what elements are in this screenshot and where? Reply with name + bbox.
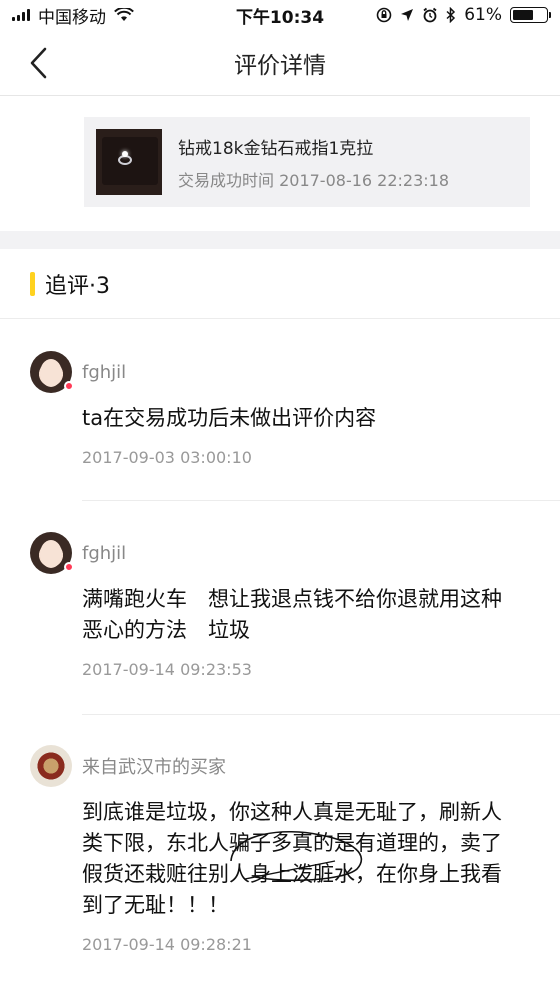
section-header: 追评·3 bbox=[0, 249, 560, 319]
comment-username: fghjil bbox=[82, 361, 127, 383]
comment-time: 2017-09-14 09:28:21 bbox=[82, 935, 252, 954]
chevron-left-icon bbox=[30, 47, 47, 79]
comment-time: 2017-09-03 03:00:10 bbox=[82, 448, 252, 467]
comment-username: 来自武汉市的买家 bbox=[82, 757, 226, 778]
avatar[interactable] bbox=[30, 532, 74, 574]
status-bar: 中国移动 下午10:34 61% bbox=[0, 0, 560, 30]
comment-time: 2017-09-14 09:23:53 bbox=[82, 660, 252, 679]
comment-text: 到底谁是垃圾，你这种人真是无耻了，刷新人类下限，东北人骗子多真的是有道理的，卖了… bbox=[82, 800, 502, 917]
back-button[interactable] bbox=[18, 40, 58, 86]
status-right: 61% bbox=[376, 5, 551, 25]
badge-dot-icon bbox=[64, 562, 74, 572]
page-title: 评价详情 bbox=[234, 52, 326, 79]
section-separator bbox=[0, 231, 560, 249]
avatar[interactable] bbox=[30, 745, 72, 787]
wifi-icon bbox=[114, 8, 134, 21]
avatar[interactable] bbox=[30, 351, 74, 393]
rotation-lock-icon bbox=[376, 7, 392, 23]
signal-icon bbox=[12, 9, 30, 21]
product-section: 钻戒18k金钻石戒指1克拉 交易成功时间 2017-08-16 22:23:18 bbox=[0, 97, 560, 231]
carrier-label: 中国移动 bbox=[38, 7, 106, 28]
battery-level bbox=[513, 10, 533, 20]
divider bbox=[82, 500, 560, 501]
section-accent-bar bbox=[30, 271, 35, 296]
location-icon bbox=[401, 9, 414, 21]
badge-dot-icon bbox=[64, 381, 74, 391]
comment-header: fghjil bbox=[30, 532, 560, 574]
comment-item: fghjil ta在交易成功后未做出评价内容 2017-09-03 03:00:… bbox=[30, 351, 560, 467]
comment-text: ta在交易成功后未做出评价内容 bbox=[82, 406, 377, 430]
nav-bar: 评价详情 bbox=[0, 30, 560, 96]
product-trade-time: 交易成功时间 2017-08-16 22:23:18 bbox=[178, 170, 450, 190]
divider bbox=[82, 714, 560, 715]
comment-header: fghjil bbox=[30, 351, 560, 393]
status-left: 中国移动 bbox=[12, 3, 134, 28]
comment-username: fghjil bbox=[82, 542, 127, 564]
bluetooth-icon bbox=[446, 7, 456, 23]
product-name: 钻戒18k金钻石戒指1克拉 bbox=[178, 138, 374, 159]
product-card[interactable]: 钻戒18k金钻石戒指1克拉 交易成功时间 2017-08-16 22:23:18 bbox=[84, 117, 530, 207]
battery-percent: 61% bbox=[464, 5, 502, 25]
product-info: 钻戒18k金钻石戒指1克拉 交易成功时间 2017-08-16 22:23:18 bbox=[178, 134, 449, 191]
comment-item: fghjil 满嘴跑火车 想让我退点钱不给你退就用这种恶心的方法 垃圾 2017… bbox=[30, 532, 560, 679]
comment-text: 满嘴跑火车 想让我退点钱不给你退就用这种恶心的方法 垃圾 bbox=[82, 587, 502, 642]
alarm-icon bbox=[423, 7, 437, 23]
battery-icon bbox=[510, 7, 551, 23]
comment-item: 来自武汉市的买家 到底谁是垃圾，你这种人真是无耻了，刷新人类下限，东北人骗子多真… bbox=[30, 745, 560, 954]
product-thumbnail bbox=[96, 129, 162, 195]
section-title: 追评·3 bbox=[45, 273, 110, 299]
comment-header: 来自武汉市的买家 bbox=[30, 745, 560, 787]
